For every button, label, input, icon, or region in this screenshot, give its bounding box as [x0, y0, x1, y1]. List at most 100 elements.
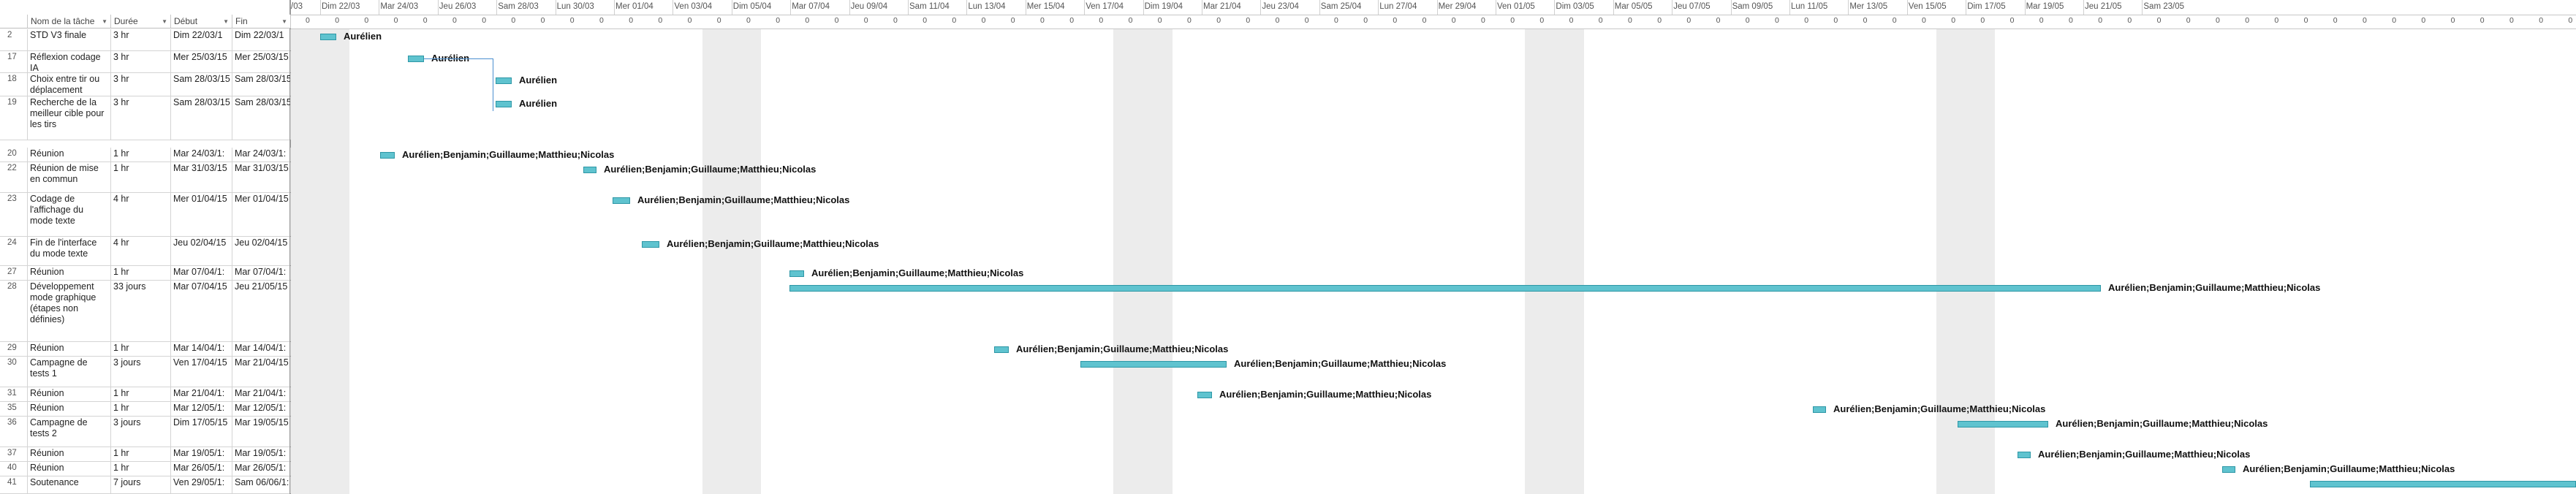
task-duration[interactable]: 1 hr — [111, 342, 171, 356]
task-start[interactable]: Sam 28/03/15 — [171, 73, 232, 96]
task-row[interactable]: 18 Choix entre tir ou déplacement 3 hr Sam … — [0, 73, 291, 96]
gantt-bar[interactable] — [994, 346, 1009, 353]
task-id[interactable]: 29 — [0, 342, 28, 356]
task-id[interactable]: 22 — [0, 162, 28, 192]
gantt-bar[interactable] — [496, 101, 512, 107]
task-end[interactable]: Mer 01/04/15 — [232, 193, 291, 236]
col-header-duration[interactable]: Durée ▼ — [111, 15, 171, 28]
task-start[interactable]: Mer 01/04/15 — [171, 193, 232, 236]
task-start[interactable]: Mar 07/04/15 — [171, 281, 232, 341]
task-row[interactable]: 19 Recherche de la meilleur cible pour le… — [0, 96, 291, 140]
task-name[interactable]: Soutenance — [28, 476, 111, 493]
task-end[interactable]: Mar 14/04/1: — [232, 342, 291, 356]
task-start[interactable]: Dim 17/05/15 — [171, 417, 232, 446]
task-row[interactable]: 24 Fin de l'interface du mode texte 4 hr Je… — [0, 237, 291, 266]
task-end[interactable]: Mar 19/05/15 — [232, 417, 291, 446]
gantt-bar[interactable] — [1813, 406, 1826, 413]
task-name[interactable]: Réunion — [28, 387, 111, 401]
task-start[interactable]: Ven 29/05/1: — [171, 476, 232, 493]
task-name[interactable]: Réunion — [28, 402, 111, 416]
task-end[interactable]: Mer 25/03/15 — [232, 51, 291, 72]
task-row[interactable]: 36 Campagne de tests 23 jours Dim 17/05/15… — [0, 417, 291, 447]
gantt-bar[interactable] — [789, 285, 2101, 292]
task-duration[interactable]: 3 hr — [111, 29, 171, 50]
task-name[interactable]: Réunion — [28, 266, 111, 280]
task-start[interactable]: Mar 31/03/15 — [171, 162, 232, 192]
task-id[interactable]: 23 — [0, 193, 28, 236]
gantt-bar[interactable] — [1080, 361, 1227, 368]
gantt-bar[interactable] — [613, 197, 630, 204]
task-duration[interactable]: 1 hr — [111, 266, 171, 280]
task-end[interactable]: Sam 28/03/15 — [232, 96, 291, 140]
gantt-bar[interactable] — [380, 152, 395, 159]
task-start[interactable]: Mar 26/05/1: — [171, 462, 232, 476]
task-id[interactable]: 35 — [0, 402, 28, 416]
task-start[interactable]: Mar 19/05/1: — [171, 447, 232, 461]
task-id[interactable]: 36 — [0, 417, 28, 446]
gantt-bar[interactable] — [496, 77, 512, 84]
task-duration[interactable]: 3 jours — [111, 417, 171, 446]
task-duration[interactable]: 1 hr — [111, 462, 171, 476]
filter-dropdown-icon[interactable]: ▼ — [223, 15, 229, 28]
task-duration[interactable]: 1 hr — [111, 402, 171, 416]
task-id[interactable]: 27 — [0, 266, 28, 280]
task-duration[interactable]: 3 hr — [111, 96, 171, 140]
task-id[interactable]: 2 — [0, 29, 28, 50]
task-name[interactable]: Recherche de la meilleur cible pour les … — [28, 96, 111, 140]
task-end[interactable]: Mar 21/04/1: — [232, 387, 291, 401]
task-start[interactable]: Mar 12/05/1: — [171, 402, 232, 416]
gantt-bar[interactable] — [2018, 452, 2031, 458]
task-name[interactable]: Réunion — [28, 342, 111, 356]
task-name[interactable]: Fin de l'interface du mode texte — [28, 237, 111, 265]
filter-dropdown-icon[interactable]: ▼ — [162, 15, 167, 28]
col-header-id[interactable] — [0, 15, 28, 28]
task-name[interactable]: Réunion — [28, 447, 111, 461]
task-row[interactable]: 28 Développement mode graphique (étapes n… — [0, 281, 291, 342]
task-id[interactable]: 28 — [0, 281, 28, 341]
col-header-start[interactable]: Début ▼ — [171, 15, 232, 28]
task-row[interactable]: 20 Réunion 1 hr Mar 24/03/1: Mar 24/03/1: — [0, 148, 291, 162]
task-row[interactable]: 35 Réunion 1 hr Mar 12/05/1: Mar 12/05/1: — [0, 402, 291, 417]
gantt-bar[interactable] — [408, 56, 424, 62]
task-row[interactable]: 41 Soutenance 7 jours Ven 29/05/1: Sam 06/06… — [0, 476, 291, 494]
task-start[interactable]: Dim 22/03/1 — [171, 29, 232, 50]
task-end[interactable]: Mar 12/05/1: — [232, 402, 291, 416]
task-end[interactable]: Sam 06/06/1: — [232, 476, 291, 493]
task-duration[interactable]: 4 hr — [111, 237, 171, 265]
task-end[interactable]: Mar 19/05/1: — [232, 447, 291, 461]
gantt-bar[interactable] — [1197, 392, 1212, 398]
task-duration[interactable]: 1 hr — [111, 387, 171, 401]
task-name[interactable]: Développement mode graphique (étapes non… — [28, 281, 111, 341]
task-row[interactable]: 29 Réunion 1 hr Mar 14/04/1: Mar 14/04/1: — [0, 342, 291, 357]
gantt-bar[interactable] — [583, 167, 596, 173]
task-start[interactable]: Mar 07/04/1: — [171, 266, 232, 280]
task-row[interactable]: 2 STD V3 finale 3 hr Dim 22/03/1 Dim 22/03/1 — [0, 29, 291, 51]
task-end[interactable]: Mar 26/05/1: — [232, 462, 291, 476]
task-id[interactable]: 18 — [0, 73, 28, 96]
task-end[interactable]: Mar 31/03/15 — [232, 162, 291, 192]
task-name[interactable]: Choix entre tir ou déplacement — [28, 73, 111, 96]
task-end[interactable]: Sam 28/03/15 — [232, 73, 291, 96]
task-id[interactable]: 40 — [0, 462, 28, 476]
filter-dropdown-icon[interactable]: ▼ — [102, 15, 107, 28]
col-header-name[interactable]: Nom de la tâche ▼ — [28, 15, 111, 28]
task-name[interactable]: Réunion de mise en commun — [28, 162, 111, 192]
task-id[interactable]: 37 — [0, 447, 28, 461]
task-duration[interactable]: 1 hr — [111, 162, 171, 192]
task-name[interactable]: Réunion — [28, 462, 111, 476]
task-duration[interactable]: 3 hr — [111, 73, 171, 96]
task-end[interactable]: Mar 07/04/1: — [232, 266, 291, 280]
task-id[interactable]: 24 — [0, 237, 28, 265]
task-duration[interactable]: 4 hr — [111, 193, 171, 236]
task-start[interactable]: Ven 17/04/15 — [171, 357, 232, 387]
task-start[interactable]: Jeu 02/04/15 — [171, 237, 232, 265]
task-row[interactable]: 37 Réunion 1 hr Mar 19/05/1: Mar 19/05/1: — [0, 447, 291, 462]
task-id[interactable]: 17 — [0, 51, 28, 72]
task-start[interactable]: Mar 24/03/1: — [171, 148, 232, 162]
task-id[interactable]: 20 — [0, 148, 28, 162]
task-start[interactable]: Sam 28/03/15 — [171, 96, 232, 140]
gantt-bar[interactable] — [789, 270, 804, 277]
col-header-end[interactable]: Fin ▼ — [232, 15, 291, 28]
task-row[interactable]: 23 Codage de l'affichage du mode texte 4 h… — [0, 193, 291, 237]
gantt-bar[interactable] — [2310, 481, 2576, 487]
